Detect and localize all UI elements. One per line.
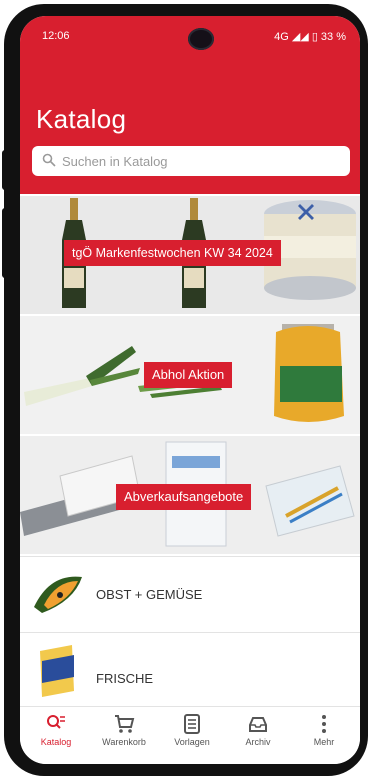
app-screen: 12:06 4G ◢◢ ▯ 33 % Katalog Suchen in Kat… <box>20 16 360 764</box>
search-input[interactable]: Suchen in Katalog <box>32 146 350 176</box>
status-time: 12:06 <box>42 30 70 42</box>
nav-label: Katalog <box>40 737 72 747</box>
category-frische[interactable]: FRISCHE <box>20 632 360 708</box>
banner-markenfestwochen[interactable]: tgÖ Markenfestwochen KW 34 2024 <box>20 196 360 314</box>
cart-icon <box>90 713 158 735</box>
nav-label: Mehr <box>313 737 335 747</box>
nav-warenkorb[interactable]: Warenkorb <box>90 713 158 747</box>
catalog-search-icon <box>22 713 90 735</box>
papaya-icon <box>34 576 82 613</box>
banner-label: tgÖ Markenfestwochen KW 34 2024 <box>64 240 281 266</box>
banner-label: Abverkaufsangebote <box>116 484 252 510</box>
front-camera <box>188 28 214 50</box>
nav-mehr[interactable]: Mehr <box>290 713 358 747</box>
nav-label: Warenkorb <box>102 737 146 747</box>
banner-label: Abhol Aktion <box>144 362 233 388</box>
search-icon <box>42 153 56 170</box>
category-label: FRISCHE <box>96 671 154 686</box>
status-indicators: 4G ◢◢ ▯ 33 % <box>274 31 346 43</box>
nav-vorlagen[interactable]: Vorlagen <box>158 713 226 747</box>
nav-katalog[interactable]: Katalog <box>22 713 90 747</box>
nav-archiv[interactable]: Archiv <box>224 713 292 747</box>
banner-abhol-aktion[interactable]: Abhol Aktion <box>20 316 360 434</box>
banner-abverkaufsangebote[interactable]: Abverkaufsangebote <box>20 436 360 554</box>
side-button <box>2 208 8 278</box>
nav-label: Archiv <box>245 737 271 747</box>
app-header: 12:06 4G ◢◢ ▯ 33 % Katalog Suchen in Kat… <box>20 16 360 194</box>
category-obst-gemuese[interactable]: OBST + GEMÜSE <box>20 556 360 632</box>
category-label: OBST + GEMÜSE <box>96 587 203 602</box>
bottom-navigation: Katalog Warenkorb Vorlagen Archiv Mehr <box>20 706 360 764</box>
template-icon <box>158 713 226 735</box>
nav-label: Vorlagen <box>174 737 210 747</box>
search-placeholder: Suchen in Katalog <box>62 154 168 169</box>
page-title: Katalog <box>36 104 127 134</box>
more-vertical-icon <box>290 713 358 735</box>
butter-icon <box>40 645 74 697</box>
archive-icon <box>224 713 292 735</box>
side-button <box>2 150 8 190</box>
